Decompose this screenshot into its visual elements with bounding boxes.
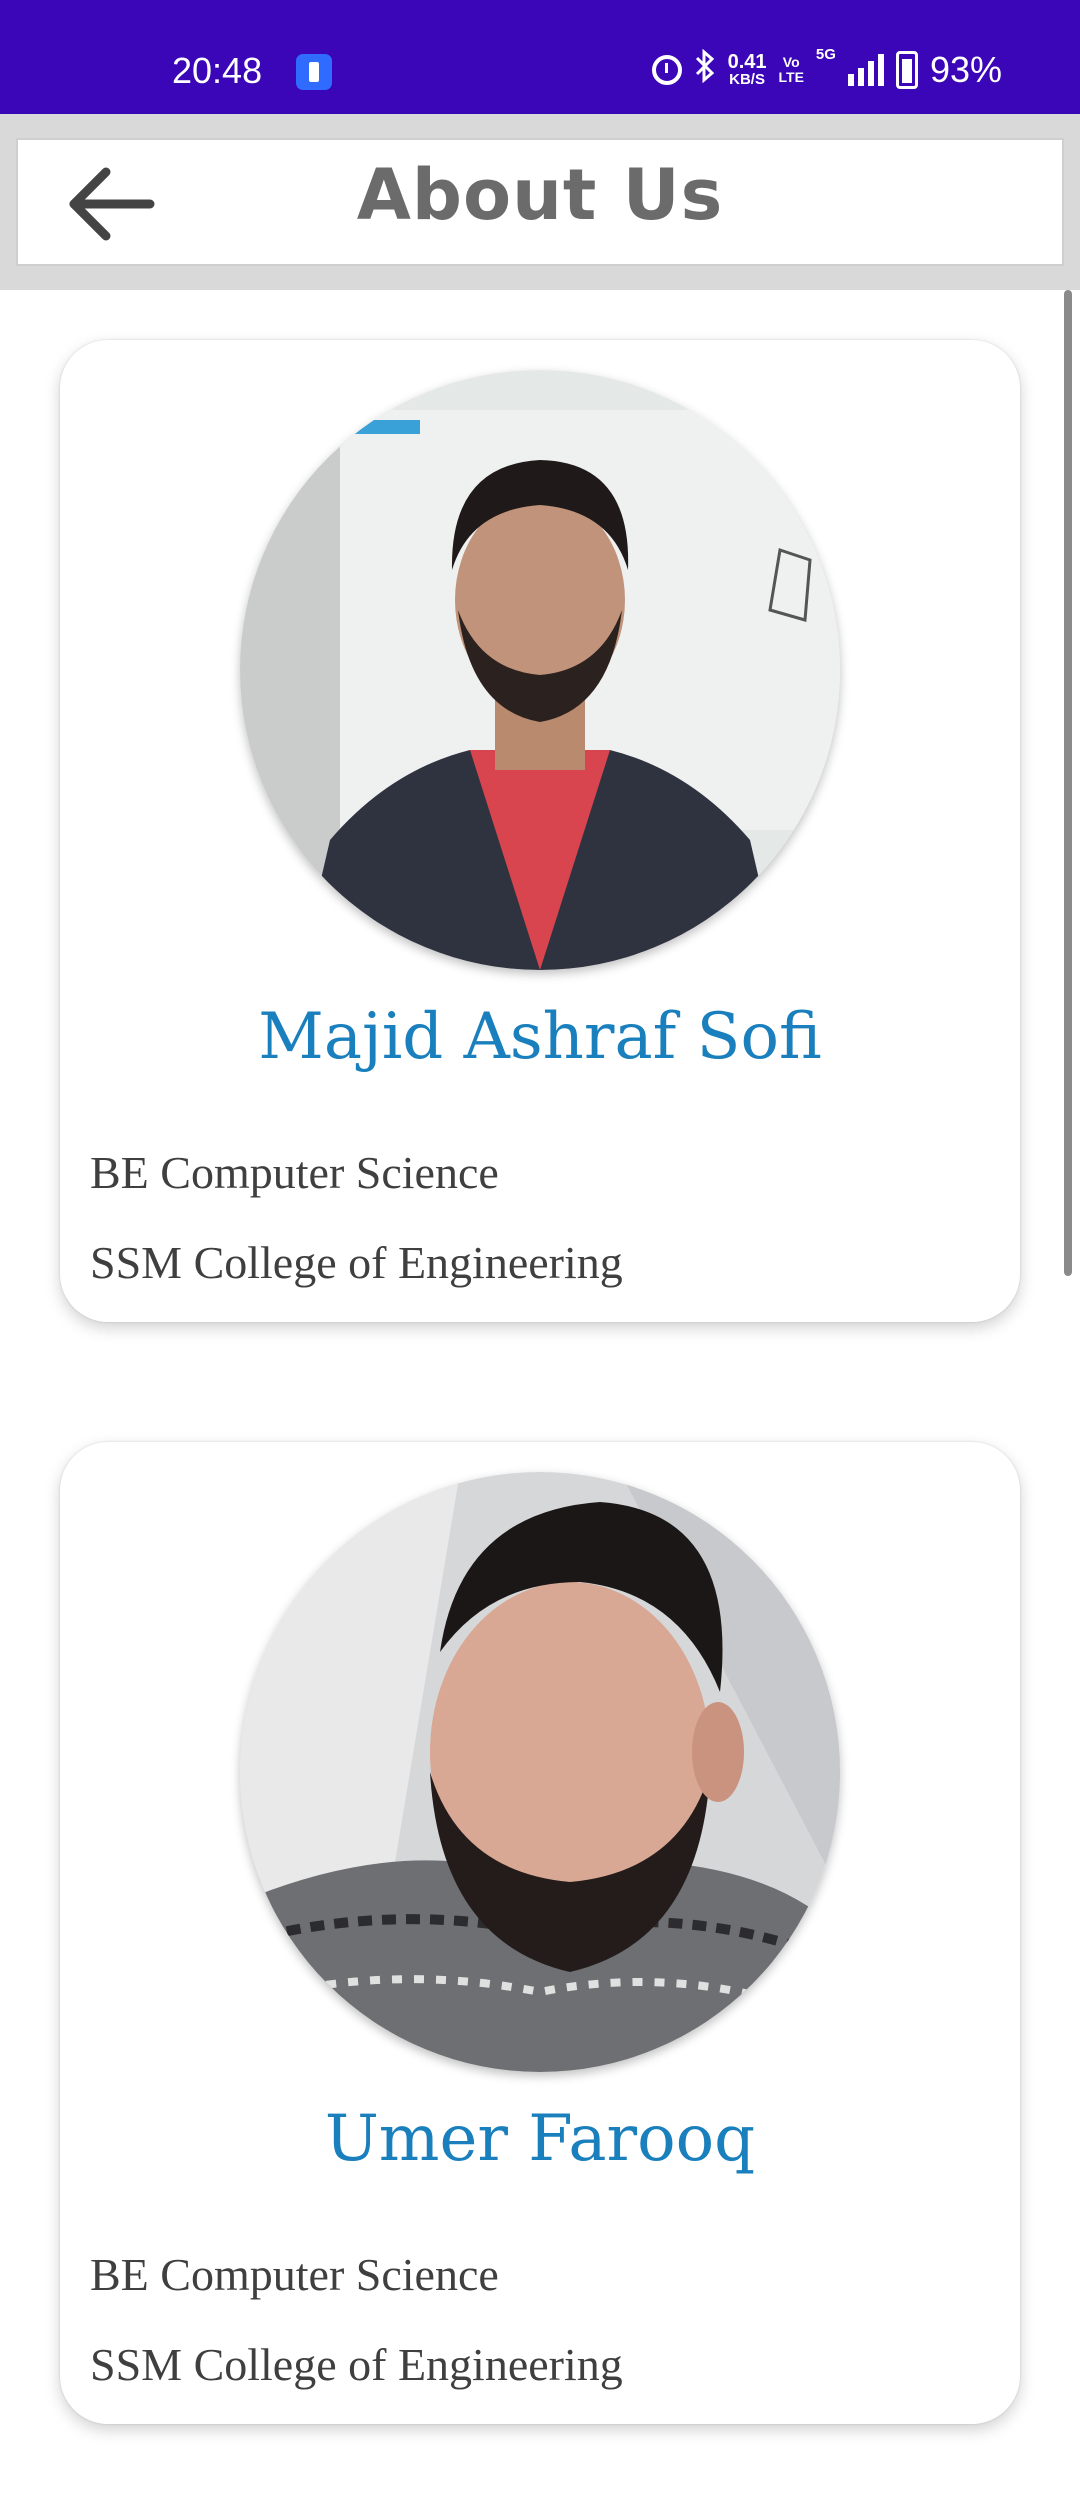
page-title: About Us <box>356 154 724 236</box>
status-bar: 20:48 0.41 KB/S Vo LTE 5G 93% <box>0 0 1080 114</box>
net-speed-value: 0.41 <box>727 51 767 73</box>
network-type-label: 5G <box>815 46 836 63</box>
alarm-icon <box>651 55 682 85</box>
battery-icon <box>895 51 918 89</box>
member-degree: BE Computer Science <box>90 1147 499 1198</box>
volte-top: Vo <box>782 54 800 70</box>
member-card: Umer Farooq BE Computer Science SSM Coll… <box>60 1442 1020 2424</box>
member-name: Majid Ashraf Sofi <box>258 1000 822 1074</box>
app-bar: About Us <box>16 138 1064 266</box>
net-speed: 0.41 KB/S <box>728 52 767 88</box>
notification-app-icon <box>296 54 332 90</box>
member-card: Majid Ashraf Sofi BE Computer Science SS… <box>60 340 1020 1322</box>
member-degree: BE Computer Science <box>90 2249 499 2300</box>
net-speed-unit: KB/S <box>729 71 765 88</box>
member-avatar <box>240 1472 840 2072</box>
signal-icon <box>847 54 884 86</box>
bluetooth-icon <box>694 48 716 92</box>
member-college: SSM College of Engineering <box>90 1237 623 1288</box>
status-icons: 0.41 KB/S Vo LTE 5G 93% <box>651 46 1002 92</box>
scrollbar[interactable] <box>1064 290 1072 1276</box>
member-name: Umer Farooq <box>324 2102 756 2176</box>
volte-bottom: LTE <box>778 69 804 85</box>
member-avatar <box>240 370 840 970</box>
volte-indicator: Vo LTE <box>779 55 804 85</box>
battery-percent: 93% <box>929 49 1002 90</box>
network-type: 5G <box>816 46 836 63</box>
status-time: 20:48 <box>172 50 263 91</box>
member-college: SSM College of Engineering <box>90 2339 623 2390</box>
